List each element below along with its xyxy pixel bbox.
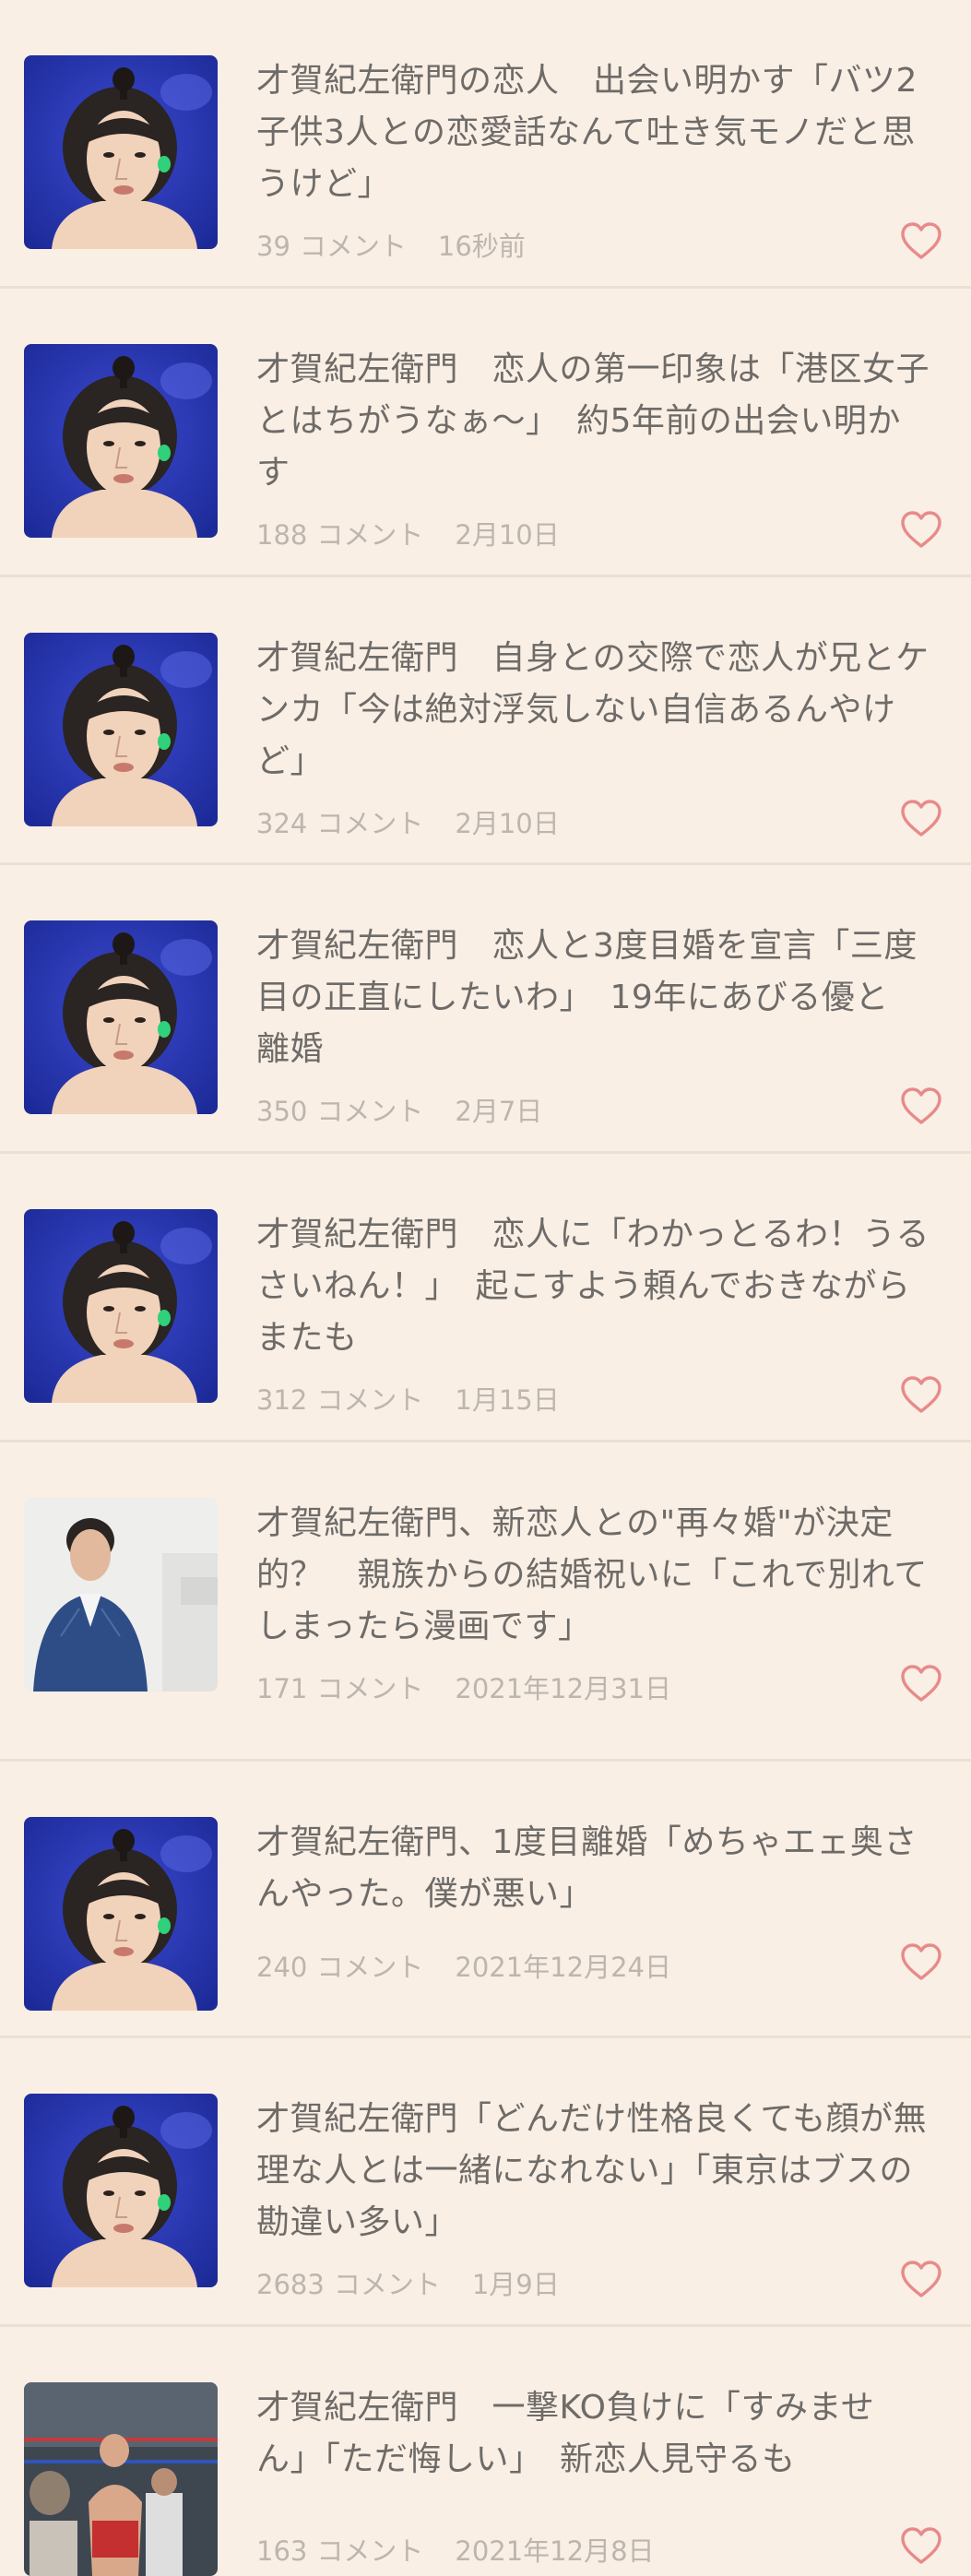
article-thumbnail[interactable] xyxy=(24,55,218,249)
article-title[interactable]: 才賀紀左衛門、1度目離婚「めちゃエェ奥さ んやった。僕が悪い」 xyxy=(256,1817,948,1920)
article-meta: 240 コメント 2021年12月24日 xyxy=(256,1946,671,1985)
heart-icon[interactable] xyxy=(900,1086,942,1125)
article-timestamp: 1月15日 xyxy=(455,1384,560,1416)
comment-label: コメント xyxy=(316,1384,424,1416)
article-title[interactable]: 才賀紀左衛門 恋人の第一印象は「港区女子 とはちがうなぁ～」 約5年前の出会い明… xyxy=(256,344,948,499)
heart-icon[interactable] xyxy=(900,1942,942,1981)
comment-count: 350 xyxy=(256,1096,308,1127)
article-item[interactable]: 才賀紀左衛門、新恋人との"再々婚"が決定 的？ 親族からの結婚祝いに「これで別れ… xyxy=(0,1442,971,1762)
heart-icon[interactable] xyxy=(900,2526,942,2565)
article-thumbnail[interactable] xyxy=(24,920,218,1114)
article-meta: 188 コメント 2月10日 xyxy=(256,514,560,552)
article-title[interactable]: 才賀紀左衛門 恋人に「わかっとるわ！うる さいねん！」 起こすよう頼んでおきなが… xyxy=(256,1209,948,1364)
article-timestamp: 16秒前 xyxy=(437,231,526,262)
heart-icon[interactable] xyxy=(900,1375,942,1414)
comment-count: 240 xyxy=(256,1952,308,1983)
article-meta: 163 コメント 2021年12月8日 xyxy=(256,2530,655,2569)
article-timestamp: 2021年12月24日 xyxy=(455,1952,671,1983)
comment-label: コメント xyxy=(316,808,424,839)
article-title[interactable]: 才賀紀左衛門 自身との交際で恋人が兄とケ ンカ「今は絶対浮気しない自信あるんやけ… xyxy=(256,633,948,788)
article-meta: 350 コメント 2月7日 xyxy=(256,1090,542,1129)
article-timestamp: 2月10日 xyxy=(455,519,560,551)
article-item[interactable]: 才賀紀左衛門「どんだけ性格良くても顔が無 理な人とは一緒になれない」「東京はブス… xyxy=(0,2038,971,2327)
article-timestamp: 2月10日 xyxy=(455,808,560,839)
article-title[interactable]: 才賀紀左衛門 一撃KO負けに「すみませ ん」「ただ悔しい」 新恋人見守るも xyxy=(256,2382,948,2486)
article-thumbnail[interactable] xyxy=(24,633,218,826)
article-timestamp: 1月9日 xyxy=(471,2269,560,2300)
article-title[interactable]: 才賀紀左衛門「どんだけ性格良くても顔が無 理な人とは一緒になれない」「東京はブス… xyxy=(256,2094,948,2249)
comment-label: コメント xyxy=(299,231,407,262)
comment-count: 188 xyxy=(256,519,308,551)
article-title[interactable]: 才賀紀左衛門 恋人と3度目婚を宣言「三度 目の正直にしたいわ」 19年にあびる優… xyxy=(256,920,948,1075)
article-item[interactable]: 才賀紀左衛門 恋人と3度目婚を宣言「三度 目の正直にしたいわ」 19年にあびる優… xyxy=(0,865,971,1154)
article-thumbnail[interactable] xyxy=(24,1209,218,1403)
article-meta: 39 コメント 16秒前 xyxy=(256,225,526,264)
comment-count: 171 xyxy=(256,1673,308,1704)
heart-icon[interactable] xyxy=(900,2260,942,2298)
article-meta: 2683 コメント 1月9日 xyxy=(256,2263,560,2302)
article-item[interactable]: 才賀紀左衛門の恋人 出会い明かす「バツ2 子供3人との恋愛話なんて吐き気モノだと… xyxy=(0,0,971,289)
comment-count: 39 xyxy=(256,231,290,262)
article-item[interactable]: 才賀紀左衛門 自身との交際で恋人が兄とケ ンカ「今は絶対浮気しない自信あるんやけ… xyxy=(0,577,971,865)
article-timestamp: 2021年12月8日 xyxy=(455,2535,655,2567)
article-meta: 324 コメント 2月10日 xyxy=(256,802,560,841)
article-item[interactable]: 才賀紀左衛門 一撃KO負けに「すみませ ん」「ただ悔しい」 新恋人見守るも 163… xyxy=(0,2327,971,2576)
comment-count: 324 xyxy=(256,808,308,839)
article-meta: 171 コメント 2021年12月31日 xyxy=(256,1668,671,1706)
heart-icon[interactable] xyxy=(900,510,942,549)
article-timestamp: 2021年12月31日 xyxy=(455,1673,671,1704)
heart-icon[interactable] xyxy=(900,1664,942,1703)
article-title[interactable]: 才賀紀左衛門の恋人 出会い明かす「バツ2 子供3人との恋愛話なんて吐き気モノだと… xyxy=(256,55,948,210)
article-thumbnail[interactable] xyxy=(24,1498,218,1692)
article-item[interactable]: 才賀紀左衛門 恋人の第一印象は「港区女子 とはちがうなぁ～」 約5年前の出会い明… xyxy=(0,289,971,577)
article-timestamp: 2月7日 xyxy=(455,1096,543,1127)
comment-label: コメント xyxy=(316,1096,424,1127)
comment-count: 312 xyxy=(256,1384,308,1416)
comment-label: コメント xyxy=(316,1673,424,1704)
heart-icon[interactable] xyxy=(900,221,942,260)
heart-icon[interactable] xyxy=(900,799,942,837)
comment-label: コメント xyxy=(333,2269,441,2300)
comment-label: コメント xyxy=(316,2535,424,2567)
comment-label: コメント xyxy=(316,1952,424,1983)
article-title[interactable]: 才賀紀左衛門、新恋人との"再々婚"が決定 的？ 親族からの結婚祝いに「これで別れ… xyxy=(256,1498,948,1653)
article-thumbnail[interactable] xyxy=(24,344,218,538)
article-item[interactable]: 才賀紀左衛門、1度目離婚「めちゃエェ奥さ んやった。僕が悪い」 240 コメント 20… xyxy=(0,1762,971,2038)
comment-count: 163 xyxy=(256,2535,308,2567)
comment-label: コメント xyxy=(316,519,424,551)
article-thumbnail[interactable] xyxy=(24,2382,218,2576)
article-thumbnail[interactable] xyxy=(24,1817,218,2011)
article-meta: 312 コメント 1月15日 xyxy=(256,1379,560,1418)
article-thumbnail[interactable] xyxy=(24,2094,218,2287)
article-item[interactable]: 才賀紀左衛門 恋人に「わかっとるわ！うる さいねん！」 起こすよう頼んでおきなが… xyxy=(0,1154,971,1442)
comment-count: 2683 xyxy=(256,2269,325,2300)
